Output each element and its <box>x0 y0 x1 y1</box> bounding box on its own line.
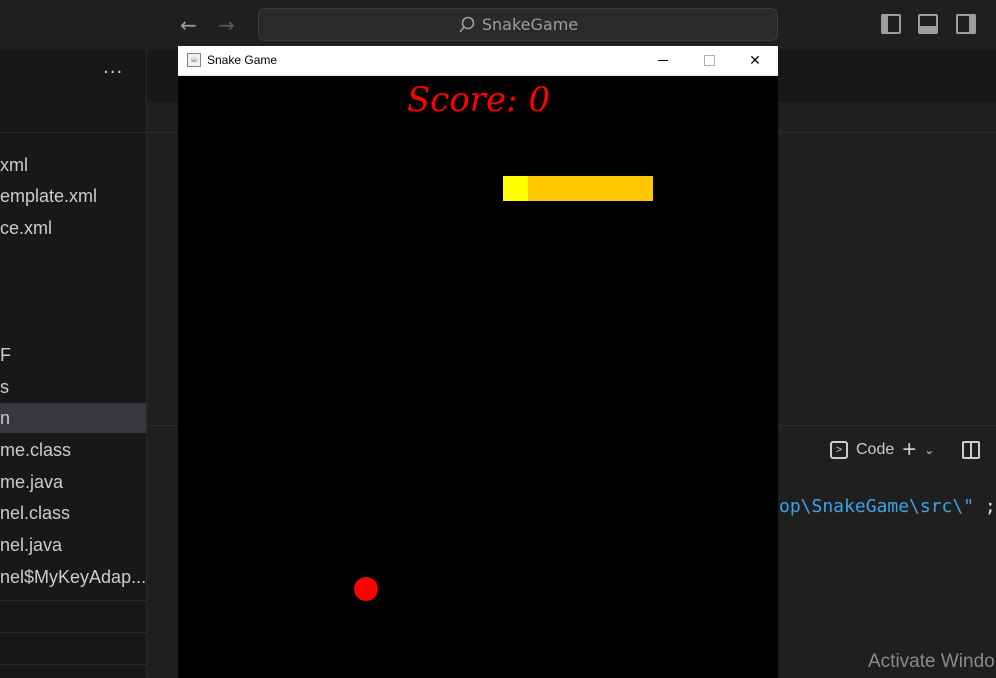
toggle-primary-sidebar-icon[interactable] <box>881 14 901 34</box>
file-item[interactable]: xml <box>0 150 28 180</box>
vscode-titlebar: ← → SnakeGame <box>0 0 996 50</box>
file-item[interactable]: nel.class <box>0 498 70 528</box>
section-divider <box>0 600 146 601</box>
section-divider <box>0 664 146 665</box>
search-icon <box>459 16 475 32</box>
file-item[interactable]: emplate.xml <box>0 181 97 211</box>
explorer-sidebar: ··· xml emplate.xml ce.xml F s n me.clas… <box>0 50 147 678</box>
file-item[interactable]: ce.xml <box>0 213 52 243</box>
new-terminal-plus-icon[interactable]: + <box>902 438 916 462</box>
command-center-text: SnakeGame <box>481 15 579 34</box>
game-board[interactable]: Score: 0 <box>178 76 778 678</box>
terminal-icon[interactable]: > <box>830 441 848 459</box>
toggle-panel-icon[interactable] <box>918 14 938 34</box>
minimize-icon <box>658 60 668 61</box>
back-arrow-icon[interactable]: ← <box>180 12 197 38</box>
activate-windows-watermark: Activate Windo <box>868 651 995 672</box>
close-icon: ✕ <box>749 52 761 69</box>
apple <box>354 577 378 601</box>
terminal-path-text: op\SnakeGame\src\" <box>779 496 975 517</box>
file-item[interactable]: me.java <box>0 467 63 497</box>
snake-head <box>503 176 528 201</box>
file-item[interactable]: s <box>0 372 9 402</box>
minimize-button[interactable] <box>640 46 686 75</box>
file-item-selected[interactable]: n <box>0 403 146 433</box>
forward-arrow-icon[interactable]: → <box>218 12 235 38</box>
snake-game-window: ☕ Snake Game ✕ Score: 0 <box>178 46 778 678</box>
chevron-down-icon[interactable]: ⌄ <box>924 443 934 457</box>
more-actions-icon[interactable]: ··· <box>103 62 123 83</box>
file-item[interactable]: F <box>0 340 11 370</box>
toggle-secondary-sidebar-icon[interactable] <box>956 14 976 34</box>
terminal-output: op\SnakeGame\src\" ; <box>779 496 996 517</box>
java-app-icon: ☕ <box>187 53 201 67</box>
terminal-profile-label[interactable]: Code <box>856 441 894 459</box>
score-label: Score: 0 <box>407 80 551 120</box>
maximize-icon <box>703 55 715 66</box>
snake-body <box>528 176 653 201</box>
file-item[interactable]: nel.java <box>0 530 62 560</box>
section-divider <box>0 632 146 633</box>
close-button[interactable]: ✕ <box>732 46 778 75</box>
command-center-search[interactable]: SnakeGame <box>258 8 778 41</box>
window-titlebar[interactable]: ☕ Snake Game ✕ <box>178 46 778 76</box>
file-item[interactable]: nel$MyKeyAdap... <box>0 562 146 592</box>
window-title: Snake Game <box>207 53 278 67</box>
explorer-header: ··· <box>0 50 146 133</box>
maximize-button[interactable] <box>686 46 732 75</box>
file-item[interactable]: me.class <box>0 435 71 465</box>
terminal-semicolon: ; <box>984 496 996 517</box>
split-terminal-icon[interactable] <box>962 441 981 459</box>
terminal-toolbar: > Code + ⌄ <box>830 438 981 462</box>
